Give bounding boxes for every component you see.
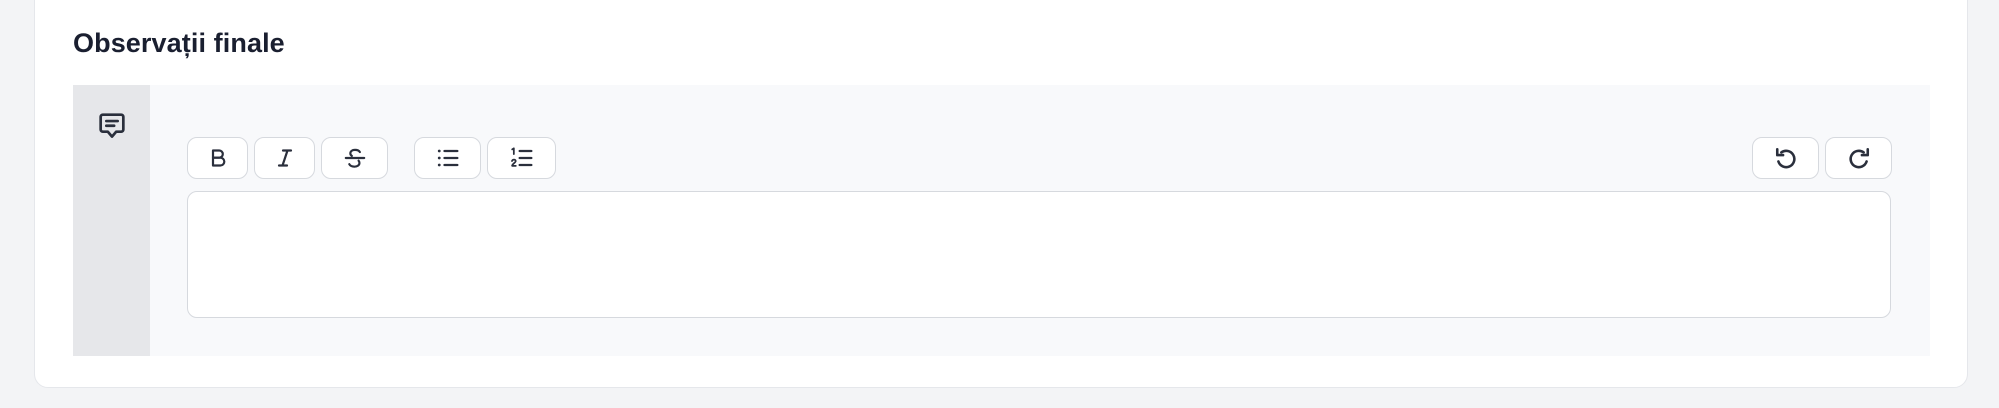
- strikethrough-icon: [344, 148, 365, 168]
- bold-icon: [211, 149, 225, 167]
- strikethrough-button[interactable]: [321, 137, 388, 179]
- editor-area: [150, 85, 1930, 356]
- redo-button[interactable]: [1825, 137, 1892, 179]
- rich-text-field: [73, 85, 1930, 356]
- section-title: Observații finale: [73, 28, 285, 58]
- bold-button[interactable]: [187, 137, 248, 179]
- italic-icon: [277, 149, 292, 167]
- redo-icon: [1848, 147, 1869, 169]
- numbered-list-icon: [510, 147, 532, 167]
- numbered-list-button[interactable]: [487, 137, 556, 179]
- comment-icon: [99, 113, 125, 138]
- undo-icon: [1775, 147, 1796, 169]
- italic-button[interactable]: [254, 137, 315, 179]
- bullet-list-button[interactable]: [414, 137, 481, 179]
- bullet-list-icon: [437, 149, 458, 167]
- undo-button[interactable]: [1752, 137, 1819, 179]
- rich-text-editor[interactable]: [187, 191, 1891, 318]
- field-prefix-rail: [73, 85, 150, 356]
